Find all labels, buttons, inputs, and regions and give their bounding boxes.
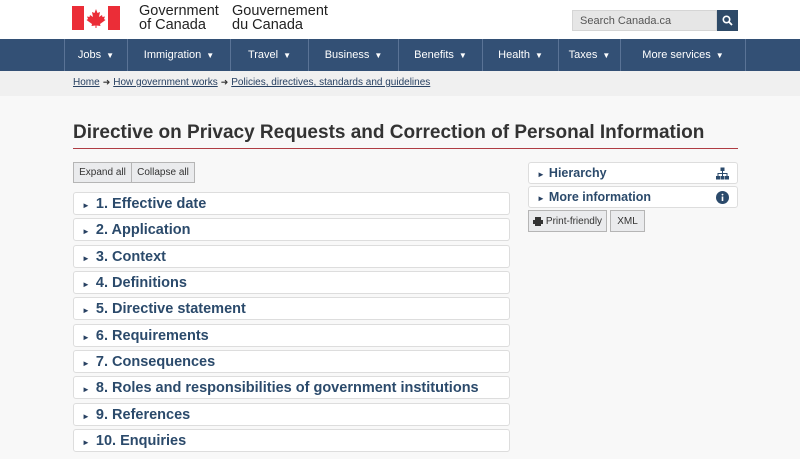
section-consequences[interactable]: ► 7. Consequences [73,350,510,373]
menu-label: Health [498,49,530,61]
collapse-all-button[interactable]: Collapse all [131,162,195,183]
menu-item-business[interactable]: Business ▼ [308,39,398,71]
triangle-right-icon: ► [82,358,90,368]
title-divider [73,148,738,149]
chevron-down-icon: ▼ [715,50,724,60]
menu-item-immigration[interactable]: Immigration ▼ [127,39,230,71]
chevron-down-icon: ▼ [534,50,543,60]
signature-fr-line2: du Canada [232,17,303,33]
signature-en[interactable]: Government of Canada [139,3,219,33]
section-label: 5. Directive statement [95,300,246,317]
chevron-down-icon: ▼ [374,50,383,60]
menu-item-more-services[interactable]: More services ▼ [620,39,746,71]
site-header: Government of Canada Gouvernement du Can… [0,0,800,39]
triangle-right-icon: ► [82,253,90,263]
xml-button[interactable]: XML [610,210,645,232]
more-information-label: More information [548,190,652,204]
triangle-right-icon: ► [82,384,90,394]
menu-label: More services [642,49,711,61]
triangle-right-icon: ► [82,411,90,421]
print-friendly-button[interactable]: Print-friendly [528,210,607,232]
more-information-panel[interactable]: ► More information [528,186,738,208]
section-label: 2. Application [95,221,191,238]
triangle-right-icon: ► [82,226,90,236]
chevron-down-icon: ▼ [106,50,115,60]
menu-label: Taxes [568,49,598,61]
triangle-right-icon: ► [537,169,545,179]
signature-en-line2: of Canada [139,17,206,33]
section-references[interactable]: ► 9. References [73,403,510,426]
arrow-right-icon: ➜ [220,77,229,87]
section-definitions[interactable]: ► 4. Definitions [73,271,510,294]
main-menu: Jobs ▼ Immigration ▼ Travel ▼ Business ▼ Ben… [0,39,800,71]
chevron-down-icon: ▼ [458,50,467,60]
canada-flag-icon[interactable] [72,6,120,30]
section-label: 10. Enquiries [95,432,187,449]
section-label: 4. Definitions [95,274,187,291]
menu-item-health[interactable]: Health ▼ [482,39,558,71]
expand-all-button[interactable]: Expand all [73,162,132,183]
section-enquiries[interactable]: ► 10. Enquiries [73,429,510,452]
breadcrumb-policies[interactable]: Policies, directives, standards and guid… [231,77,430,88]
menu-label: Travel [247,49,279,61]
breadcrumb: Home ➜ How government works ➜ Policies, dire… [73,77,430,88]
breadcrumb-how-government-works[interactable]: How government works [113,77,217,88]
chevron-down-icon: ▼ [206,50,215,60]
printer-icon [532,216,543,226]
section-label: 1. Effective date [95,195,207,212]
menu-item-jobs[interactable]: Jobs ▼ [64,39,127,71]
section-effective-date[interactable]: ► 1. Effective date [73,192,510,215]
triangle-right-icon: ► [82,200,90,210]
menu-label: Immigration [143,49,202,61]
section-roles-responsibilities[interactable]: ► 8. Roles and responsibilities of govern… [73,376,510,399]
menu-item-travel[interactable]: Travel ▼ [230,39,308,71]
triangle-right-icon: ► [82,279,90,289]
triangle-right-icon: ► [82,305,90,315]
breadcrumb-home[interactable]: Home [73,77,100,88]
section-context[interactable]: ► 3. Context [73,245,510,268]
breadcrumb-bar: Home ➜ How government works ➜ Policies, dire… [0,71,800,96]
search-button[interactable] [717,10,738,31]
chevron-down-icon: ▼ [602,50,611,60]
menu-label: Business [324,49,370,61]
info-icon [716,191,729,204]
menu-item-taxes[interactable]: Taxes ▼ [558,39,620,71]
section-directive-statement[interactable]: ► 5. Directive statement [73,297,510,320]
section-label: 7. Consequences [95,353,216,370]
magnifier-icon [722,15,733,26]
section-label: 3. Context [95,248,167,265]
signature-fr[interactable]: Gouvernement du Canada [232,3,328,33]
signature-en-line1: Government [139,3,219,19]
hierarchy-label: Hierarchy [548,166,607,180]
search-input[interactable] [572,10,717,31]
triangle-right-icon: ► [82,437,90,447]
page-title: Directive on Privacy Requests and Correc… [73,122,705,143]
section-requirements[interactable]: ► 6. Requirements [73,324,510,347]
triangle-right-icon: ► [82,332,90,342]
print-friendly-label: Print-friendly [545,215,603,227]
arrow-right-icon: ➜ [102,77,111,87]
sitemap-icon [716,167,729,180]
chevron-down-icon: ▼ [283,50,292,60]
section-label: 8. Roles and responsibilities of governm… [95,379,479,396]
menu-label: Jobs [77,49,102,61]
section-label: 9. References [95,406,191,423]
menu-item-benefits[interactable]: Benefits ▼ [398,39,482,71]
menu-label: Benefits [414,49,454,61]
hierarchy-panel[interactable]: ► Hierarchy [528,162,738,184]
signature-fr-line1: Gouvernement [232,3,328,19]
section-label: 6. Requirements [95,327,209,344]
section-application[interactable]: ► 2. Application [73,218,510,241]
triangle-right-icon: ► [537,193,545,203]
